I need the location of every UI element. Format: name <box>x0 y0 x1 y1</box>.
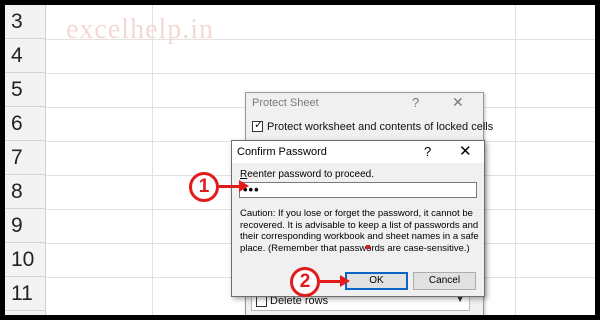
confirm-password-dialog: Confirm Password ? ✕ Reenter password to… <box>231 140 485 297</box>
caution-text: Caution: If you lose or forget the passw… <box>240 208 479 254</box>
dialog-titlebar: Confirm Password ? ✕ <box>232 141 484 163</box>
step-1-arrow <box>219 185 241 188</box>
ok-button[interactable]: OK <box>345 272 408 290</box>
row-header-9[interactable]: 9 <box>5 209 45 243</box>
step-1-arrowhead <box>239 180 249 192</box>
reenter-password-label: Reenter password to proceed. <box>240 169 374 180</box>
delete-rows-checkbox[interactable] <box>256 296 267 307</box>
grid-line <box>46 73 595 74</box>
step-1-callout: 1 <box>189 172 219 202</box>
row-header-6[interactable]: 6 <box>5 107 45 141</box>
confirm-password-title: Confirm Password <box>237 146 327 158</box>
step-2-arrowhead <box>340 275 350 287</box>
close-icon[interactable]: ✕ <box>452 94 464 111</box>
help-icon[interactable]: ? <box>424 144 431 159</box>
protect-worksheet-checkbox[interactable]: ✓ <box>252 119 264 132</box>
help-icon[interactable]: ? <box>412 95 419 110</box>
grid-line <box>515 5 516 315</box>
row-headers: 3 4 5 6 7 8 9 10 11 <box>5 5 46 315</box>
protect-sheet-title: Protect Sheet <box>252 97 319 109</box>
protect-worksheet-label: Protect worksheet and contents of locked… <box>267 121 494 133</box>
row-header-8[interactable]: 8 <box>5 175 45 209</box>
step-2-callout: 2 <box>290 267 320 297</box>
prompt-text: eenter password to proceed. <box>247 169 374 180</box>
row-header-10[interactable]: 10 <box>5 243 45 277</box>
step-2-arrow <box>320 280 342 283</box>
row-header-7[interactable]: 7 <box>5 141 45 175</box>
close-icon[interactable]: ✕ <box>459 142 472 160</box>
checkmark-icon: ✓ <box>254 119 264 131</box>
red-mark <box>366 245 370 249</box>
row-header-11[interactable]: 11 <box>5 277 45 311</box>
watermark: excelhelp.in <box>66 14 215 45</box>
row-header-3[interactable]: 3 <box>5 5 45 39</box>
row-header-5[interactable]: 5 <box>5 73 45 107</box>
row-header-4[interactable]: 4 <box>5 39 45 73</box>
password-input[interactable]: ••• <box>239 182 477 198</box>
cancel-button[interactable]: Cancel <box>413 272 476 290</box>
grid-line <box>152 5 153 315</box>
